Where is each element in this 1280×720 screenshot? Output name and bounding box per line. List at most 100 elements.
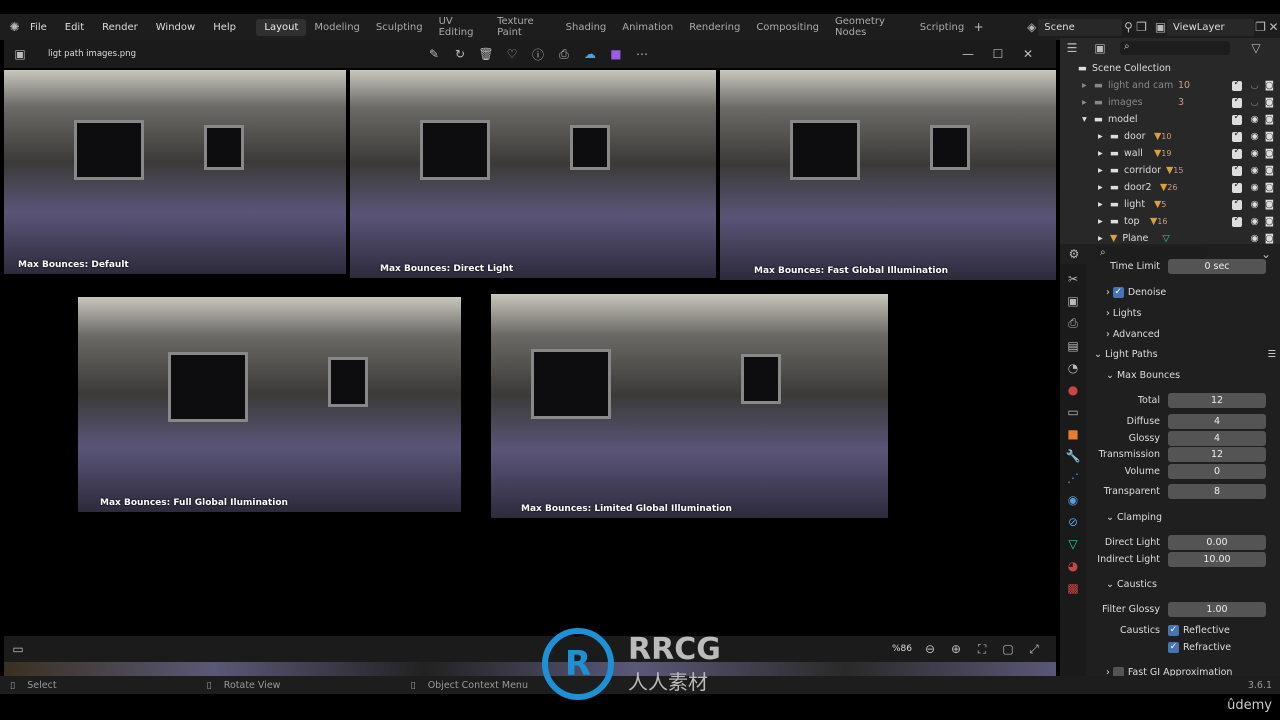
menu-help[interactable]: Help (204, 22, 245, 33)
menu-window[interactable]: Window (147, 22, 204, 33)
lights-panel[interactable]: › Lights (1088, 305, 1276, 322)
modifier-tab-icon[interactable]: 🔧 (1065, 449, 1081, 463)
outliner-item[interactable]: ▸▬light and cam10◡◙ (1060, 77, 1280, 94)
add-workspace-icon[interactable]: + (972, 20, 985, 34)
filter-icon[interactable]: ▽ (1248, 41, 1264, 55)
filter-glossy-field[interactable]: 1.00 (1168, 602, 1266, 617)
refractive-checkbox[interactable]: ✓ (1168, 642, 1179, 653)
caustics-panel[interactable]: ⌄ Caustics (1088, 576, 1276, 593)
new-scene-icon[interactable]: ❐ (1135, 20, 1148, 34)
zoom-in-icon[interactable]: ⊕ (948, 642, 964, 656)
diffuse-bounces-field[interactable]: 4 (1168, 414, 1266, 429)
data-tab-icon[interactable]: ▽ (1065, 537, 1081, 551)
outliner-item[interactable]: ▾▬model◉◙ (1060, 111, 1280, 128)
minimize-icon[interactable]: — (960, 47, 976, 61)
denoise-panel[interactable]: › ✓ Denoise (1088, 284, 1276, 301)
close-icon[interactable]: ✕ (1020, 47, 1036, 61)
outliner-item[interactable]: ▸▬top▼16◉◙ (1060, 213, 1280, 230)
new-view-layer-icon[interactable]: ❐ (1254, 20, 1267, 34)
actual-size-icon[interactable]: ▢ (1000, 642, 1016, 656)
outliner-search[interactable]: ⌕ (1120, 41, 1230, 55)
tab-uv-editing[interactable]: UV Editing (431, 13, 489, 41)
tab-animation[interactable]: Animation (614, 19, 681, 36)
texture-tab-icon[interactable]: ▩ (1065, 581, 1081, 595)
physics-tab-icon[interactable]: ◉ (1065, 493, 1081, 507)
constraints-tab-icon[interactable]: ⊘ (1065, 515, 1081, 529)
edit-icon[interactable]: ✎ (426, 47, 442, 61)
editor-type-icon[interactable]: ⚙ (1066, 247, 1082, 261)
volume-bounces-field[interactable]: 0 (1168, 464, 1266, 479)
pin-icon[interactable]: ⚲ (1122, 20, 1135, 34)
more-icon[interactable]: ⋯ (634, 47, 650, 61)
scene-selector[interactable]: Scene (1038, 18, 1122, 36)
scene-tab-icon[interactable]: ◔ (1065, 361, 1081, 375)
remove-view-layer-icon[interactable]: ✕ (1267, 20, 1280, 34)
outliner-item[interactable]: ▸▬wall▼19◉◙ (1060, 145, 1280, 162)
indirect-light-field[interactable]: 10.00 (1168, 552, 1266, 567)
glossy-bounces-field[interactable]: 4 (1168, 431, 1266, 446)
print-icon[interactable]: ⎙ (556, 47, 572, 62)
tab-sculpting[interactable]: Sculpting (368, 19, 431, 36)
tab-texture-paint[interactable]: Texture Paint (489, 13, 558, 41)
outliner-item[interactable]: ▸▬images3◡◙ (1060, 94, 1280, 111)
direct-light-field[interactable]: 0.00 (1168, 535, 1266, 550)
tab-scripting[interactable]: Scripting (912, 19, 972, 36)
zoom-out-icon[interactable]: ⊖ (922, 642, 938, 656)
tab-rendering[interactable]: Rendering (681, 19, 748, 36)
presets-icon[interactable]: ☰ (1267, 349, 1276, 360)
max-bounces-panel[interactable]: ⌄ Max Bounces (1088, 367, 1276, 384)
scene-collection[interactable]: ▬ Scene Collection (1060, 60, 1280, 77)
blender-logo-icon[interactable]: ✺ (8, 20, 21, 34)
particles-tab-icon[interactable]: ⋰ (1065, 471, 1081, 485)
tool-tab-icon[interactable]: ✂ (1065, 272, 1081, 286)
outliner-item[interactable]: ▸▬door▼10◉◙ (1060, 128, 1280, 145)
rotate-icon[interactable]: ↻ (452, 47, 468, 61)
info-icon[interactable]: ⓘ (530, 46, 546, 63)
favorite-icon[interactable]: ♡ (504, 47, 520, 61)
tab-shading[interactable]: Shading (558, 19, 615, 36)
fit-icon[interactable]: ⛶ (974, 642, 990, 657)
tab-modeling[interactable]: Modeling (306, 19, 368, 36)
fullscreen-icon[interactable]: ⤢ (1026, 642, 1042, 657)
scene-icon[interactable]: ◈ (1025, 20, 1038, 34)
view-layer-tab-icon[interactable]: ▤ (1065, 339, 1081, 353)
output-tab-icon[interactable]: ⎙ (1065, 316, 1081, 331)
total-bounces-field[interactable]: 12 (1168, 393, 1266, 408)
material-tab-icon[interactable]: ◕ (1065, 559, 1081, 573)
view-layer-selector[interactable]: ViewLayer (1167, 18, 1254, 36)
rrcg-watermark: R RRCG 人人素材 (542, 626, 742, 702)
outliner-item[interactable]: ▸▬door2▼26◉◙ (1060, 179, 1280, 196)
menu-edit[interactable]: Edit (56, 22, 93, 33)
transparent-bounces-field[interactable]: 8 (1168, 484, 1266, 499)
time-limit-field[interactable]: 0 sec (1168, 259, 1266, 274)
menu-render[interactable]: Render (93, 22, 147, 33)
object-tab-icon[interactable]: ■ (1065, 427, 1081, 441)
advanced-panel[interactable]: › Advanced (1088, 326, 1276, 343)
clipchamp-icon[interactable]: ■ (608, 47, 624, 61)
watermark-brand: RRCG (628, 631, 721, 667)
slideshow-icon[interactable]: ▭ (10, 642, 26, 656)
denoise-checkbox[interactable]: ✓ (1112, 287, 1124, 298)
light-paths-panel[interactable]: ⌄ Light Paths ☰ (1088, 346, 1276, 363)
display-mode-icon[interactable]: ☰ (1064, 41, 1080, 55)
render-tab-icon[interactable]: ▣ (1065, 294, 1081, 308)
reflective-checkbox[interactable]: ✓ (1168, 625, 1179, 636)
onedrive-icon[interactable]: ☁ (582, 47, 598, 61)
tab-compositing[interactable]: Compositing (748, 19, 827, 36)
delete-icon[interactable]: 🗑 (478, 47, 494, 61)
collection-tab-icon[interactable]: ▭ (1065, 405, 1081, 419)
maximize-icon[interactable]: ☐ (990, 47, 1006, 61)
transmission-bounces-field[interactable]: 12 (1168, 447, 1266, 462)
properties-editor: ⚙ ⌕ ⌄ ✂ ▣ ⎙ ▤ ◔ ● ▭ ■ 🔧 ⋰ ◉ ⊘ ▽ ◕ ▩ Time… (1060, 244, 1280, 680)
world-tab-icon[interactable]: ● (1065, 383, 1081, 397)
outliner-item[interactable]: ▸▬corridor▼15◉◙ (1060, 162, 1280, 179)
view-layer-icon[interactable]: ▣ (1154, 20, 1167, 34)
outliner-item[interactable]: ▸▬light▼5◉◙ (1060, 196, 1280, 213)
tab-geometry-nodes[interactable]: Geometry Nodes (827, 13, 912, 41)
render-image-direct-light: Max Bounces: Direct Light (350, 70, 716, 278)
watermark-sub: 人人素材 (628, 669, 708, 694)
clamping-panel[interactable]: ⌄ Clamping (1088, 509, 1276, 526)
filter-view-icon[interactable]: ▣ (1092, 41, 1108, 55)
menu-file[interactable]: File (21, 22, 56, 33)
tab-layout[interactable]: Layout (256, 18, 307, 36)
